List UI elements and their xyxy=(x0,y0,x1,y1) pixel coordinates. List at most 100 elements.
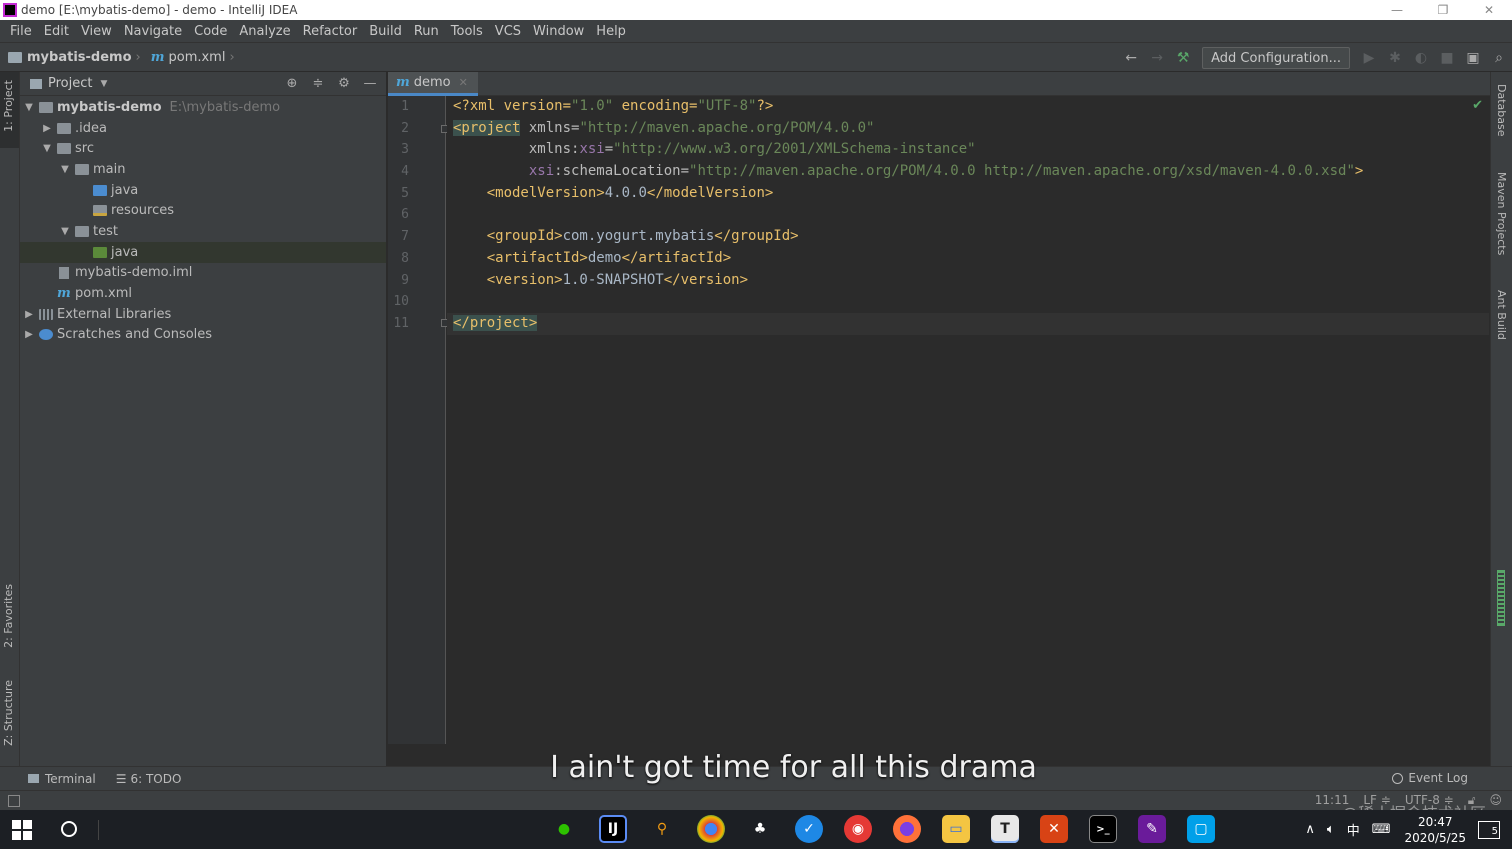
file-explorer-icon[interactable]: ▭ xyxy=(942,815,970,843)
project-structure-icon[interactable]: ▣ xyxy=(1460,45,1486,71)
tree-item[interactable]: m pom.xml xyxy=(20,283,386,304)
firefox-icon[interactable] xyxy=(893,815,921,843)
tree-item[interactable]: ▶ Scratches and Consoles xyxy=(20,325,386,346)
chrome-icon[interactable] xyxy=(697,815,725,843)
add-configuration-button[interactable]: Add Configuration... xyxy=(1202,47,1350,69)
hide-panel-icon[interactable]: — xyxy=(362,76,378,91)
line-number: 2 xyxy=(401,120,409,136)
editor-tab-label: demo xyxy=(413,75,451,90)
cortana-search-icon[interactable] xyxy=(61,821,77,837)
code-line: xsi:schemaLocation="http://maven.apache.… xyxy=(447,161,1489,183)
back-arrow-icon[interactable]: ← xyxy=(1118,45,1144,71)
build-hammer-icon[interactable]: ⚒ xyxy=(1170,45,1196,71)
tree-item[interactable]: ▶ .idea xyxy=(20,118,386,139)
search-tool-icon[interactable]: ⚲ xyxy=(648,815,676,843)
menu-navigate[interactable]: Navigate xyxy=(118,24,188,39)
volume-icon[interactable]: 🔈︎ xyxy=(1327,822,1335,837)
expand-arrow-icon[interactable]: ▼ xyxy=(22,102,36,113)
menu-tools[interactable]: Tools xyxy=(445,24,489,39)
menu-file[interactable]: File xyxy=(4,24,38,39)
memory-indicator[interactable] xyxy=(1497,570,1505,626)
collapse-arrow-icon[interactable]: ▶ xyxy=(40,123,54,134)
tree-item[interactable]: ▶ External Libraries xyxy=(20,304,386,325)
debug-icon[interactable]: ✱ xyxy=(1382,45,1408,71)
collapse-arrow-icon[interactable]: ▶ xyxy=(22,309,36,320)
menu-help[interactable]: Help xyxy=(590,24,632,39)
expand-arrow-icon[interactable]: ▼ xyxy=(58,226,72,237)
project-tool-tab[interactable]: 1: Project xyxy=(2,80,15,132)
favorites-tool-tab[interactable]: 2: Favorites xyxy=(2,584,15,648)
maven-tool-tab[interactable]: Maven Projects xyxy=(1495,172,1508,255)
inspection-ok-icon: ✔ xyxy=(1472,98,1483,113)
editor-tab-demo[interactable]: m demo ✕ xyxy=(388,72,478,96)
tencent-meeting-icon[interactable]: ▢ xyxy=(1187,815,1215,843)
keyboard-icon[interactable]: ⌨ xyxy=(1372,822,1391,837)
wechat-icon[interactable]: ● xyxy=(550,815,578,843)
breadcrumb-project[interactable]: mybatis-demo xyxy=(27,50,132,65)
typora-icon[interactable]: T xyxy=(991,815,1019,843)
menu-vcs[interactable]: VCS xyxy=(489,24,527,39)
tree-item[interactable]: mybatis-demo.iml xyxy=(20,263,386,284)
xmind-icon[interactable]: ✕ xyxy=(1040,815,1068,843)
screen-pen-icon[interactable]: ✎ xyxy=(1138,815,1166,843)
vscode-like-icon[interactable]: ✓ xyxy=(795,815,823,843)
run-icon[interactable]: ▶ xyxy=(1356,45,1382,71)
chevron-down-icon[interactable]: ▼ xyxy=(100,79,107,89)
menu-build[interactable]: Build xyxy=(363,24,408,39)
intellij-idea-icon[interactable]: IJ xyxy=(599,815,627,843)
ant-build-tool-tab[interactable]: Ant Build xyxy=(1495,290,1508,340)
stop-icon[interactable]: ■ xyxy=(1434,45,1460,71)
clock[interactable]: 20:47 2020/5/25 xyxy=(1404,814,1466,846)
qq-icon[interactable]: ♣ xyxy=(746,815,774,843)
tree-item[interactable]: java xyxy=(20,180,386,201)
close-tab-icon[interactable]: ✕ xyxy=(459,76,468,89)
menu-code[interactable]: Code xyxy=(188,24,233,39)
collapse-arrow-icon[interactable]: ▶ xyxy=(22,329,36,340)
windows-start-icon[interactable] xyxy=(12,820,32,840)
libraries-icon xyxy=(39,308,53,320)
terminal-app-icon[interactable]: >_ xyxy=(1089,815,1117,843)
xml-declaration: ?> xyxy=(756,98,774,114)
menu-refactor[interactable]: Refactor xyxy=(297,24,364,39)
forward-arrow-icon[interactable]: → xyxy=(1144,45,1170,71)
code-line: <project xmlns="http://maven.apache.org/… xyxy=(447,118,1489,140)
gear-icon[interactable]: ⚙ xyxy=(336,76,352,91)
expand-arrow-icon[interactable]: ▼ xyxy=(58,164,72,175)
breadcrumb-file[interactable]: pom.xml xyxy=(168,50,225,65)
menu-view[interactable]: View xyxy=(75,24,118,39)
minimize-button[interactable]: — xyxy=(1374,0,1420,20)
tree-item[interactable]: ▼ test xyxy=(20,221,386,242)
netease-music-icon[interactable]: ◉ xyxy=(844,815,872,843)
ime-indicator[interactable]: 中 xyxy=(1347,820,1360,839)
coverage-icon[interactable]: ◐ xyxy=(1408,45,1434,71)
action-center-icon[interactable]: 5 xyxy=(1478,820,1500,839)
database-tool-tab[interactable]: Database xyxy=(1495,84,1508,137)
tree-item-selected[interactable]: java xyxy=(20,241,386,263)
menu-edit[interactable]: Edit xyxy=(38,24,75,39)
tree-item[interactable]: ▼ src xyxy=(20,138,386,159)
menu-run[interactable]: Run xyxy=(408,24,445,39)
expand-arrow-icon[interactable]: ▼ xyxy=(40,143,54,154)
code-editor[interactable]: ✔ <?xml version="1.0" encoding="UTF-8"?>… xyxy=(447,96,1489,744)
tool-windows-toggle-icon[interactable] xyxy=(8,795,20,807)
tree-item[interactable]: ▼ main xyxy=(20,159,386,180)
tree-item[interactable]: resources xyxy=(20,200,386,221)
inspector-icon[interactable]: ☺ xyxy=(1489,793,1502,808)
collapse-all-icon[interactable]: ≑ xyxy=(310,76,326,91)
structure-tool-tab[interactable]: Z: Structure xyxy=(2,680,15,746)
tree-item-label: mybatis-demo.iml xyxy=(75,265,193,281)
locate-icon[interactable]: ⊕ xyxy=(284,76,300,91)
project-view-selector[interactable]: Project xyxy=(48,76,92,91)
menu-analyze[interactable]: Analyze xyxy=(233,24,296,39)
tree-item[interactable]: ▼ mybatis-demo E:\mybatis-demo xyxy=(20,97,386,118)
xml-declaration: encoding= xyxy=(613,98,698,114)
tray-chevron-up-icon[interactable]: ∧ xyxy=(1305,822,1315,837)
menu-window[interactable]: Window xyxy=(527,24,590,39)
close-button[interactable]: ✕ xyxy=(1466,0,1512,20)
restore-button[interactable]: ❐ xyxy=(1420,0,1466,20)
search-everywhere-icon[interactable]: ⌕ xyxy=(1486,45,1512,71)
